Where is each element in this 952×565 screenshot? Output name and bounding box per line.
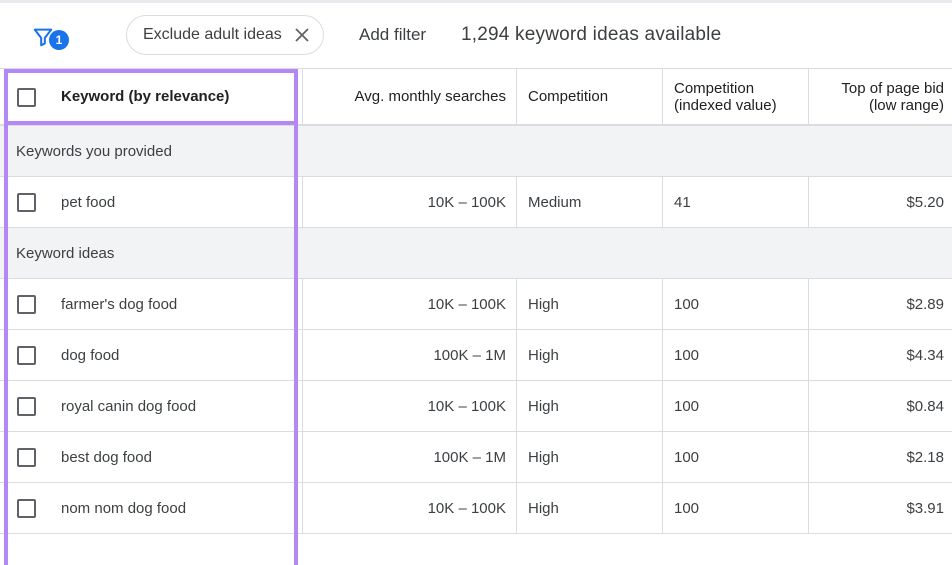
- header-bid-line2: (low range): [868, 96, 944, 114]
- column-divider: [516, 381, 517, 431]
- competition-indexed-cell: 100: [674, 448, 700, 466]
- idea-rows: farmer's dog food 10K – 100K High 100 $2…: [0, 279, 952, 534]
- header-top-of-page-bid-low[interactable]: Top of page bid (low range): [810, 69, 944, 124]
- competition-cell: High: [528, 295, 559, 313]
- close-icon[interactable]: [293, 26, 311, 44]
- group-label: Keyword ideas: [16, 244, 115, 262]
- keyword-ideas-count: 1,294 keyword ideas available: [461, 24, 722, 45]
- keyword-cell: dog food: [61, 346, 120, 364]
- group-row-keywords-provided: Keywords you provided: [0, 126, 952, 177]
- header-indexed-line2: (indexed value): [674, 96, 777, 114]
- table-row[interactable]: nom nom dog food 10K – 100K High 100 $3.…: [0, 483, 952, 534]
- top-of-page-bid-cell: $2.89: [906, 295, 944, 313]
- table-row[interactable]: royal canin dog food 10K – 100K High 100…: [0, 381, 952, 432]
- row-checkbox[interactable]: [17, 499, 36, 518]
- column-divider: [808, 483, 809, 533]
- column-divider: [808, 330, 809, 380]
- avg-monthly-searches-cell: 10K – 100K: [427, 397, 506, 415]
- group-label: Keywords you provided: [16, 142, 172, 160]
- header-indexed-line1: Competition: [674, 79, 755, 97]
- row-checkbox[interactable]: [17, 346, 36, 365]
- column-divider: [662, 483, 663, 533]
- column-divider: [662, 330, 663, 380]
- table-row[interactable]: dog food 100K – 1M High 100 $4.34: [0, 330, 952, 381]
- top-of-page-bid-cell: $3.91: [906, 499, 944, 517]
- filter-toolbar: 1 Exclude adult ideas Add filter 1,294 k…: [0, 0, 952, 70]
- avg-monthly-searches-cell: 10K – 100K: [427, 499, 506, 517]
- column-divider: [808, 279, 809, 329]
- competition-indexed-cell: 100: [674, 346, 700, 364]
- header-competition[interactable]: Competition: [528, 69, 658, 124]
- avg-monthly-searches-cell: 100K – 1M: [433, 346, 506, 364]
- column-divider: [516, 69, 517, 124]
- header-avg-monthly-searches[interactable]: Avg. monthly searches: [300, 69, 506, 124]
- column-divider: [662, 381, 663, 431]
- keyword-cell: best dog food: [61, 448, 152, 466]
- keyword-ideas-table: Keyword (by relevance) Avg. monthly sear…: [0, 68, 952, 534]
- keyword-cell: royal canin dog food: [61, 397, 197, 415]
- chip-label: Exclude adult ideas: [143, 26, 282, 43]
- column-divider: [516, 483, 517, 533]
- column-divider: [516, 177, 517, 227]
- top-of-page-bid-cell: $0.84: [906, 397, 944, 415]
- column-divider: [808, 381, 809, 431]
- column-divider: [662, 279, 663, 329]
- column-divider: [516, 330, 517, 380]
- keyword-cell: pet food: [61, 193, 116, 211]
- avg-monthly-searches-cell: 100K – 1M: [433, 448, 506, 466]
- row-checkbox[interactable]: [17, 193, 36, 212]
- group-row-keyword-ideas: Keyword ideas: [0, 228, 952, 279]
- competition-cell: High: [528, 397, 559, 415]
- column-divider: [662, 177, 663, 227]
- table-row[interactable]: best dog food 100K – 1M High 100 $2.18: [0, 432, 952, 483]
- page-background: [0, 535, 952, 565]
- keyword-cell: farmer's dog food: [61, 295, 178, 313]
- competition-cell: High: [528, 499, 559, 517]
- column-divider: [662, 69, 663, 124]
- header-competition-indexed[interactable]: Competition (indexed value): [674, 69, 804, 124]
- competition-indexed-cell: 100: [674, 397, 700, 415]
- avg-monthly-searches-cell: 10K – 100K: [427, 295, 506, 313]
- header-bid-line1: Top of page bid: [841, 79, 944, 97]
- top-of-page-bid-cell: $5.20: [906, 193, 944, 211]
- select-all-checkbox[interactable]: [17, 87, 36, 107]
- avg-monthly-searches-cell: 10K – 100K: [427, 193, 506, 211]
- competition-indexed-cell: 100: [674, 295, 700, 313]
- competition-indexed-cell: 41: [674, 193, 691, 211]
- table-row[interactable]: pet food 10K – 100K Medium 41 $5.20: [0, 177, 952, 228]
- row-checkbox[interactable]: [17, 295, 36, 314]
- competition-cell: High: [528, 346, 559, 364]
- column-divider: [516, 432, 517, 482]
- filter-icon[interactable]: 1: [32, 18, 69, 50]
- column-divider: [808, 432, 809, 482]
- competition-cell: High: [528, 448, 559, 466]
- table-header-row: Keyword (by relevance) Avg. monthly sear…: [0, 68, 952, 126]
- column-divider: [662, 432, 663, 482]
- provided-rows: pet food 10K – 100K Medium 41 $5.20: [0, 177, 952, 228]
- competition-cell: Medium: [528, 193, 582, 211]
- row-checkbox[interactable]: [17, 397, 36, 416]
- exclude-adult-ideas-chip[interactable]: Exclude adult ideas: [126, 15, 324, 55]
- keyword-cell: nom nom dog food: [61, 499, 187, 517]
- filter-count-badge: 1: [49, 30, 69, 50]
- top-of-page-bid-cell: $2.18: [906, 448, 944, 466]
- add-filter-button[interactable]: Add filter: [359, 25, 426, 45]
- row-checkbox[interactable]: [17, 448, 36, 467]
- table-row[interactable]: farmer's dog food 10K – 100K High 100 $2…: [0, 279, 952, 330]
- top-of-page-bid-cell: $4.34: [906, 346, 944, 364]
- column-divider: [516, 279, 517, 329]
- column-divider: [808, 177, 809, 227]
- header-keyword[interactable]: Keyword (by relevance): [61, 69, 291, 124]
- column-divider: [808, 69, 809, 124]
- competition-indexed-cell: 100: [674, 499, 700, 517]
